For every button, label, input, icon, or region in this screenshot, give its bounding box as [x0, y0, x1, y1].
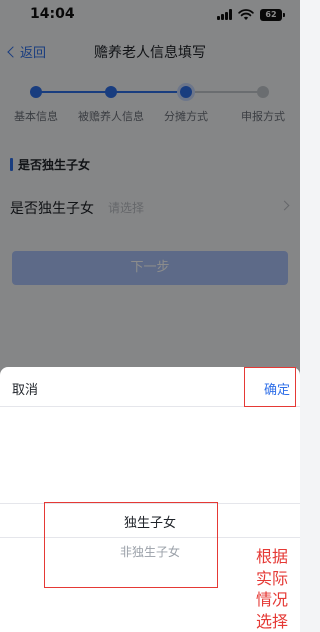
annotation-line: 根据	[256, 547, 289, 566]
annotation-note: 根据 实际 情况 选择	[256, 546, 296, 632]
options-highlight-box	[44, 502, 218, 588]
annotation-line: 情况	[256, 590, 289, 609]
picker-header: 取消 确定	[0, 367, 300, 407]
annotation-line: 实际	[256, 568, 289, 588]
cancel-button[interactable]: 取消	[12, 379, 38, 398]
picker-sheet: 取消 确定 独生子女 非独生子女	[0, 367, 300, 632]
annotation-line: 选择	[256, 611, 289, 631]
confirm-highlight-box	[244, 367, 296, 407]
